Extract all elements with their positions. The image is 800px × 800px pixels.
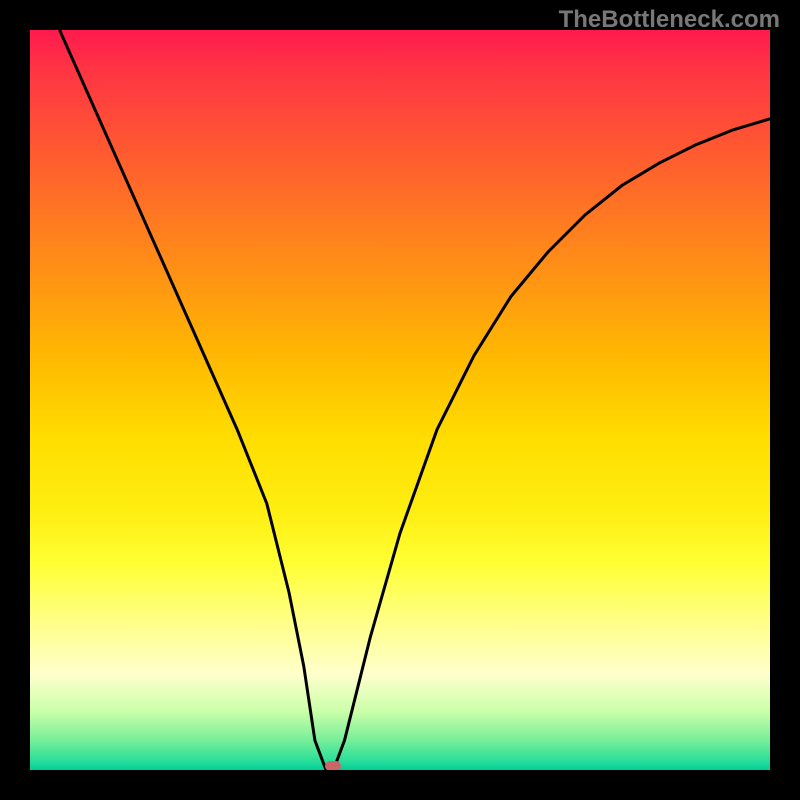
watermark-text: TheBottleneck.com — [559, 6, 780, 34]
plot-area — [30, 30, 770, 770]
minimum-marker — [325, 761, 341, 770]
bottleneck-curve — [30, 30, 770, 770]
